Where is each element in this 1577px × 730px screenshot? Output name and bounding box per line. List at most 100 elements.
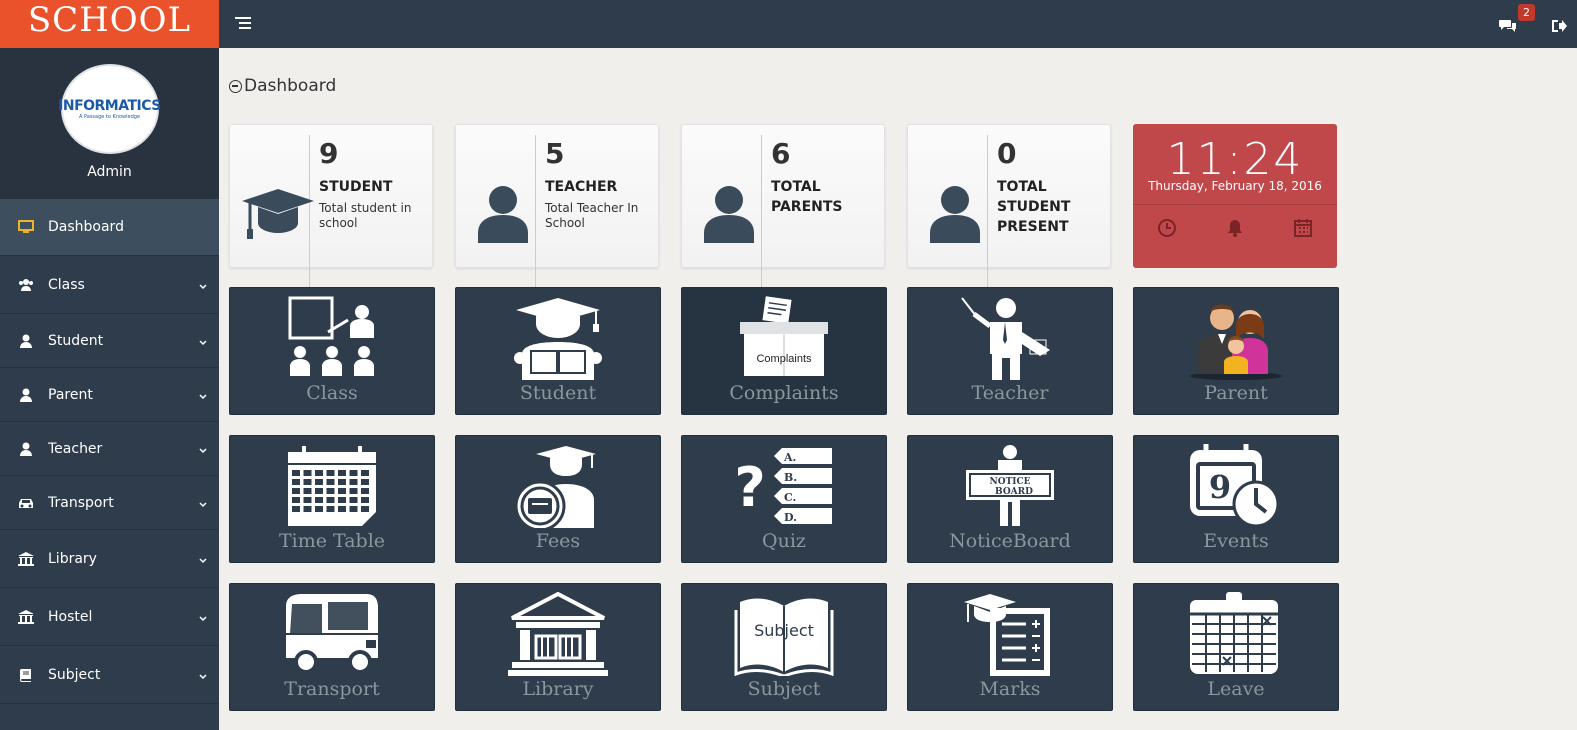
bus-icon <box>282 592 382 676</box>
clock-icon[interactable] <box>1157 218 1177 238</box>
svg-text:NOTICE: NOTICE <box>990 477 1031 487</box>
menu-toggle-icon[interactable] <box>235 17 251 31</box>
sidebar-item-transport[interactable]: Transport <box>0 476 219 530</box>
tile-label: Time Table <box>278 530 386 552</box>
stat-card-total-parents: 6 TOTAL PARENTS <box>681 124 885 295</box>
sidebar-item-label: Teacher <box>48 440 103 457</box>
sidebar: INFORMATICS A Passage to Knowledge Admin… <box>0 48 219 730</box>
svg-text:D.: D. <box>784 511 797 524</box>
page-title-text: Dashboard <box>244 76 337 96</box>
profile-name: Admin <box>87 164 132 180</box>
avatar-logo-tagline: A Passage to Knowledge <box>78 114 141 120</box>
clock-time: 11:24 <box>1166 134 1304 185</box>
fees-graduate-icon <box>508 444 608 532</box>
tile-label: Complaints <box>729 382 839 404</box>
svg-text:BOARD: BOARD <box>995 487 1033 497</box>
svg-text:Subject: Subject <box>754 621 814 640</box>
calendar-icon[interactable] <box>1293 218 1313 238</box>
brand-logo[interactable]: SCHOOL <box>0 0 219 48</box>
stat-number: 9 <box>319 137 339 170</box>
sidebar-item-label: Student <box>48 332 104 349</box>
sidebar-item-parent[interactable]: Parent <box>0 368 219 422</box>
notification-badge[interactable]: 2 <box>1518 4 1535 21</box>
open-book-icon: Subject <box>734 592 834 678</box>
chevron-down-icon <box>199 669 207 679</box>
tile-label: Subject <box>747 678 821 700</box>
sidebar-item-student[interactable]: Student <box>0 314 219 368</box>
bell-icon[interactable] <box>1225 218 1245 238</box>
tile-quiz[interactable]: ? A. B. C. D. Quiz <box>681 435 887 563</box>
tile-time-table[interactable]: Time Table <box>229 435 435 563</box>
stat-subtext: Total Teacher In School <box>545 201 639 230</box>
sidebar-item-hostel[interactable]: Hostel <box>0 588 219 646</box>
sidebar-item-label: Parent <box>48 386 93 403</box>
calendar-icon <box>282 444 382 528</box>
tile-label: Parent <box>1204 382 1268 404</box>
tile-label: Library <box>522 678 594 700</box>
tile-label: NoticeBoard <box>949 530 1071 552</box>
stat-label: STUDENT <box>319 179 393 195</box>
avatar-logo-text: INFORMATICS <box>58 98 161 114</box>
tile-label: Class <box>306 382 358 404</box>
family-icon <box>1186 296 1286 380</box>
group-icon <box>18 277 34 293</box>
tile-noticeboard[interactable]: NOTICE BOARD NoticeBoard <box>907 435 1113 563</box>
events-clock-icon: 9 <box>1186 444 1286 528</box>
user-silhouette-icon <box>466 183 540 243</box>
book-icon <box>18 667 34 683</box>
sidebar-item-library[interactable]: Library <box>0 530 219 588</box>
chevron-down-icon <box>199 335 207 345</box>
tile-teacher[interactable]: Teacher <box>907 287 1113 415</box>
tile-student[interactable]: Student <box>455 287 661 415</box>
tile-events[interactable]: 9 Events <box>1133 435 1339 563</box>
graduation-cap-icon <box>240 183 314 243</box>
stat-number: 0 <box>997 137 1017 170</box>
user-icon <box>18 441 34 457</box>
tile-class[interactable]: Class <box>229 287 435 415</box>
svg-text:?: ? <box>734 456 765 519</box>
sidebar-item-dashboard[interactable]: Dashboard <box>0 199 219 256</box>
tile-marks[interactable]: Marks <box>907 583 1113 711</box>
clock-divider <box>1133 204 1337 205</box>
stat-card-total-student-present: 0 TOTAL STUDENT PRESENT <box>907 124 1111 295</box>
chevron-down-icon <box>199 497 207 507</box>
stat-label: TEACHER <box>545 179 618 195</box>
tile-leave[interactable]: Leave <box>1133 583 1339 711</box>
sidebar-item-teacher[interactable]: Teacher <box>0 422 219 476</box>
tile-label: Fees <box>535 530 581 552</box>
sidebar-item-label: Subject <box>48 666 101 683</box>
tile-fees[interactable]: Fees <box>455 435 661 563</box>
tile-label: Events <box>1203 530 1269 552</box>
avatar[interactable]: INFORMATICS A Passage to Knowledge <box>58 64 161 154</box>
profile-panel: INFORMATICS A Passage to Knowledge Admin <box>0 48 219 199</box>
chevron-down-icon <box>199 279 207 289</box>
car-icon <box>18 495 34 511</box>
sidebar-item-class[interactable]: Class <box>0 256 219 314</box>
stat-label: TOTAL STUDENT PRESENT <box>997 179 1071 235</box>
tile-label: Quiz <box>762 530 806 552</box>
stat-number: 5 <box>545 137 565 170</box>
tile-library[interactable]: Library <box>455 583 661 711</box>
sidebar-item-label: Hostel <box>48 608 93 625</box>
user-silhouette-icon <box>692 183 766 243</box>
tile-label: Teacher <box>971 382 1049 404</box>
marks-sheet-icon <box>960 592 1060 676</box>
sidebar-item-label: Class <box>48 276 85 293</box>
chevron-down-icon <box>199 443 207 453</box>
sidebar-item-label: Dashboard <box>48 219 124 235</box>
tile-subject[interactable]: Subject Subject <box>681 583 887 711</box>
sidebar-item-label: Library <box>48 550 97 567</box>
tile-complaints[interactable]: Complaints Complaints <box>681 287 887 415</box>
clock-date: Thursday, February 18, 2016 <box>1148 179 1322 193</box>
svg-text:B.: B. <box>784 471 797 484</box>
tile-parent[interactable]: Parent <box>1133 287 1339 415</box>
svg-text:Complaints: Complaints <box>756 353 812 365</box>
logout-icon[interactable] <box>1551 18 1567 34</box>
quiz-icon: ? A. B. C. D. <box>734 444 834 528</box>
chat-icon[interactable] <box>1499 18 1517 34</box>
sidebar-item-subject[interactable]: Subject <box>0 646 219 704</box>
stat-number: 6 <box>771 137 791 170</box>
circle-minus-icon <box>229 79 242 93</box>
leave-calendar-icon <box>1186 592 1286 676</box>
tile-transport[interactable]: Transport <box>229 583 435 711</box>
